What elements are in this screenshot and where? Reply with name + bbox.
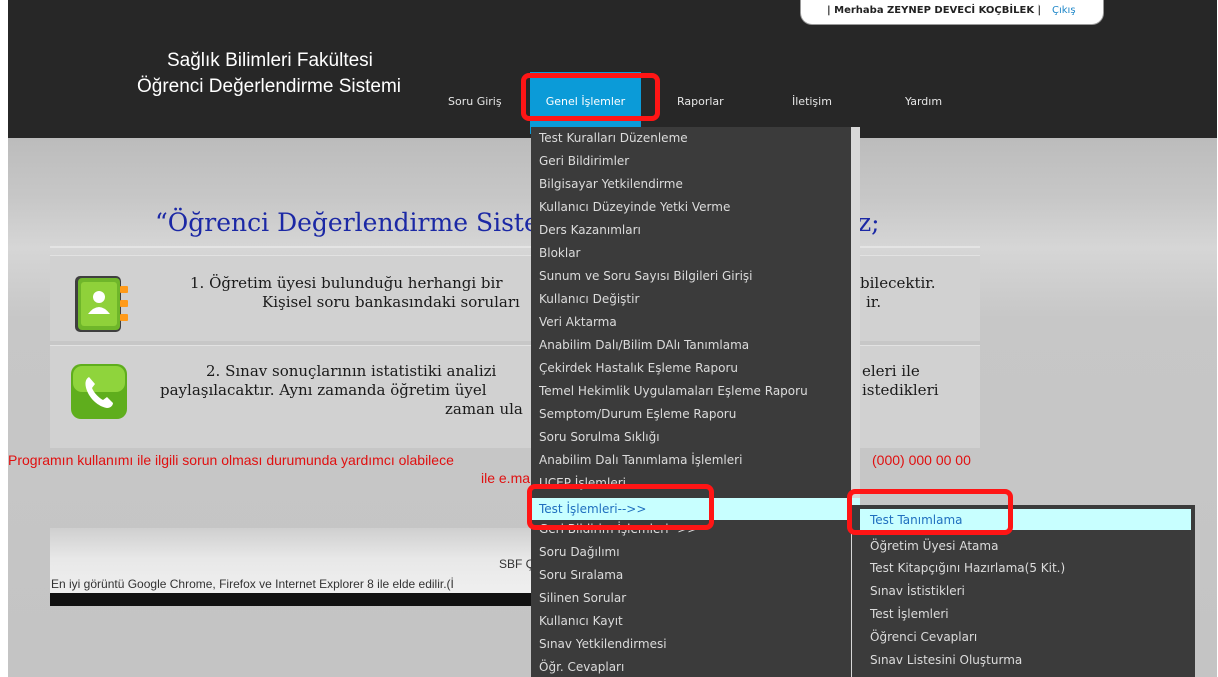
submenu-item-ogretim-uyesi-atama[interactable]: Öğretim Üyesi Atama xyxy=(870,539,998,553)
menu-item-sunum-soru-sayisi[interactable]: Sunum ve Soru Sayısı Bilgileri Girişi xyxy=(539,269,753,283)
menu-item-silinen-sorular[interactable]: Silinen Sorular xyxy=(539,591,626,605)
help-text-line2-left: ile e.ma xyxy=(481,470,531,486)
annotation-box-test-tanimlama xyxy=(847,489,1013,535)
phone-icon xyxy=(71,364,127,419)
menu-item-veri-aktarma[interactable]: Veri Aktarma xyxy=(539,315,617,329)
item2-line1-right: eleri ile xyxy=(862,362,920,380)
menu-item-kullanici-yetki[interactable]: Kullanıcı Düzeyinde Yetki Verme xyxy=(539,200,730,214)
item1-line2-right: ir. xyxy=(866,293,882,311)
annotation-box-test-islemleri xyxy=(527,484,714,530)
menu-item-temel-hekimlik[interactable]: Temel Hekimlik Uygulamaları Eşleme Rapor… xyxy=(539,384,808,398)
genel-islemler-dropdown: Test Kuralları Düzenleme Geri Bildirimle… xyxy=(531,127,860,677)
submenu-item-sinav-istatistikleri[interactable]: Sınav İstistikleri xyxy=(870,584,965,598)
annotation-box-genel-islemler xyxy=(521,73,660,121)
nav-iletisim[interactable]: İletişim xyxy=(792,95,832,108)
welcome-title-end: z; xyxy=(858,208,880,237)
brand-title-line1: Sağlık Bilimleri Fakültesi xyxy=(167,50,373,71)
help-text-line1-left: Programın kullanımı ile ilgili sorun olm… xyxy=(8,452,454,468)
menu-item-bloklar[interactable]: Bloklar xyxy=(539,246,580,260)
footer-line2: En iyi görüntü Google Chrome, Firefox ve… xyxy=(51,577,454,591)
item1-line1-left: 1. Öğretim üyesi bulunduğu herhangi bir xyxy=(190,274,503,292)
user-greeting: | Merhaba ZEYNEP DEVECİ KOÇBİLEK | xyxy=(827,5,1042,16)
user-bar: | Merhaba ZEYNEP DEVECİ KOÇBİLEK | | Çık… xyxy=(800,0,1104,25)
user-bar-separator: | xyxy=(1037,4,1041,15)
item2-line1-left: 2. Sınav sonuçlarının istatistiki analiz… xyxy=(206,362,497,380)
submenu-item-test-kitapcigi[interactable]: Test Kitapçığını Hazırlama(5 Kit.) xyxy=(870,561,1065,575)
nav-soru-giris[interactable]: Soru Giriş xyxy=(448,95,530,108)
item1-line2-left: Kişisel soru bankasındaki soruları xyxy=(262,293,520,311)
menu-item-geri-bildirimler[interactable]: Geri Bildirimler xyxy=(539,154,629,168)
item2-line2-right: istedikleri xyxy=(862,381,939,399)
menu-item-anabilim-dali-tanimlama[interactable]: Anabilim Dalı Tanımlama İşlemleri xyxy=(539,453,742,467)
menu-item-semptom-durum[interactable]: Semptom/Durum Eşleme Raporu xyxy=(539,407,736,421)
menu-item-soru-sorulma-sikligi[interactable]: Soru Sorulma Sıklığı xyxy=(539,430,660,444)
menu-item-ogr-cevaplari[interactable]: Öğr. Cevapları xyxy=(539,660,624,674)
help-text-line1-right: (000) 000 00 00 xyxy=(872,452,971,468)
menu-item-kullanici-kayit[interactable]: Kullanıcı Kayıt xyxy=(539,614,623,628)
menu-item-cekirdek-hastalik[interactable]: Çekirdek Hastalık Eşleme Raporu xyxy=(539,361,738,375)
footer-bar xyxy=(50,593,540,606)
menu-item-sinav-yetkilendirmesi[interactable]: Sınav Yetkilendirmesi xyxy=(539,637,667,651)
submenu-item-sinav-listesi[interactable]: Sınav Listesini Oluşturma xyxy=(870,653,1022,667)
menu-item-test-kurallari[interactable]: Test Kuralları Düzenleme xyxy=(539,131,688,145)
item2-line3-left: zaman ula xyxy=(445,400,523,418)
menu-item-soru-dagilimi[interactable]: Soru Dağılımı xyxy=(539,545,620,559)
menu-item-anabilim-bilim-dali[interactable]: Anabilim Dalı/Bilim DAlı Tanımlama xyxy=(539,338,749,352)
nav-yardim[interactable]: Yardım xyxy=(905,95,942,108)
menu-item-soru-siralama[interactable]: Soru Sıralama xyxy=(539,568,623,582)
menu-item-ders-kazanimlari[interactable]: Ders Kazanımları xyxy=(539,223,641,237)
item2-line2-left: paylaşılacaktır. Aynı zamanda öğretim üy… xyxy=(160,381,487,399)
footer-line1: SBF Ç xyxy=(499,557,535,571)
welcome-title: “Öğrenci Değerlendirme Siste xyxy=(155,208,539,237)
item1-line1-right: bilecektir. xyxy=(860,274,936,292)
submenu-item-ogrenci-cevaplari[interactable]: Öğrenci Cevapları xyxy=(870,630,977,644)
contacts-book-icon xyxy=(75,276,128,332)
menu-item-bilgisayar-yetkilendirme[interactable]: Bilgisayar Yetkilendirme xyxy=(539,177,683,191)
menu-item-kullanici-degistir[interactable]: Kullanıcı Değiştir xyxy=(539,292,639,306)
nav-raporlar[interactable]: Raporlar xyxy=(677,95,724,108)
submenu-item-test-islemleri[interactable]: Test İşlemleri xyxy=(870,607,949,621)
brand-title-line2: Öğrenci Değerlendirme Sistemi xyxy=(137,76,401,97)
logout-link[interactable]: Çıkış xyxy=(1052,5,1076,16)
